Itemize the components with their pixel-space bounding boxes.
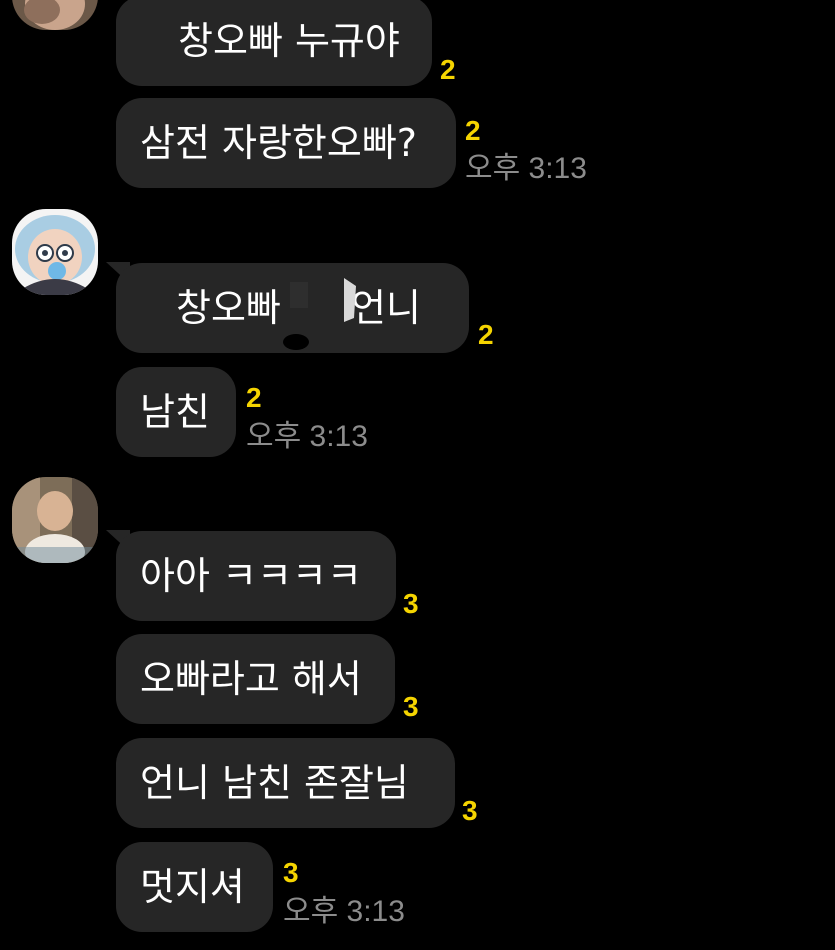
redaction-smudge [283, 278, 356, 350]
message-timestamp: 오후 3:13 [465, 152, 587, 185]
unread-count: 2 [465, 115, 481, 146]
message-text: 남친 [140, 390, 210, 434]
message-text: 오빠라고 해서 [140, 657, 362, 701]
message-timestamp: 오후 3:13 [246, 420, 368, 453]
cartoon-girl-icon [12, 209, 98, 295]
message-bubble[interactable]: 남친 [116, 367, 236, 457]
unread-count: 3 [403, 691, 419, 722]
unread-count: 2 [246, 382, 262, 413]
message-text: 멋지셔 [140, 865, 245, 909]
message-text: 언니 남친 존잘님 [140, 761, 409, 805]
message-bubble[interactable]: 오빠라고 해서 [116, 634, 395, 724]
profile-photo-icon [12, 477, 98, 563]
profile-photo-icon [12, 0, 98, 30]
message-bubble[interactable]: 삼전 자랑한오빠? [116, 98, 456, 188]
message-text-start: 창오빠 [176, 286, 281, 330]
message-text: 창오빠 누규야 [178, 19, 400, 63]
message-bubble[interactable]: 창오빠 누규야 [116, 0, 432, 86]
sender-avatar[interactable] [12, 477, 98, 563]
unread-count: 3 [403, 588, 419, 619]
message-bubble[interactable]: 아아 ㅋㅋㅋㅋ [116, 531, 396, 621]
sender-avatar[interactable] [12, 0, 98, 30]
message-text: 아아 ㅋㅋㅋㅋ [140, 554, 362, 598]
message-text-end: 언니 [350, 286, 421, 330]
unread-count: 3 [283, 857, 299, 888]
unread-count: 2 [440, 54, 456, 85]
message-bubble[interactable]: 멋지셔 [116, 842, 273, 932]
message-text: 삼전 자랑한오빠? [140, 121, 417, 165]
unread-count: 2 [478, 319, 494, 350]
message-bubble[interactable]: 언니 남친 존잘님 [116, 738, 455, 828]
message-timestamp: 오후 3:13 [283, 895, 405, 928]
sender-avatar[interactable] [12, 209, 98, 295]
unread-count: 3 [462, 795, 478, 826]
